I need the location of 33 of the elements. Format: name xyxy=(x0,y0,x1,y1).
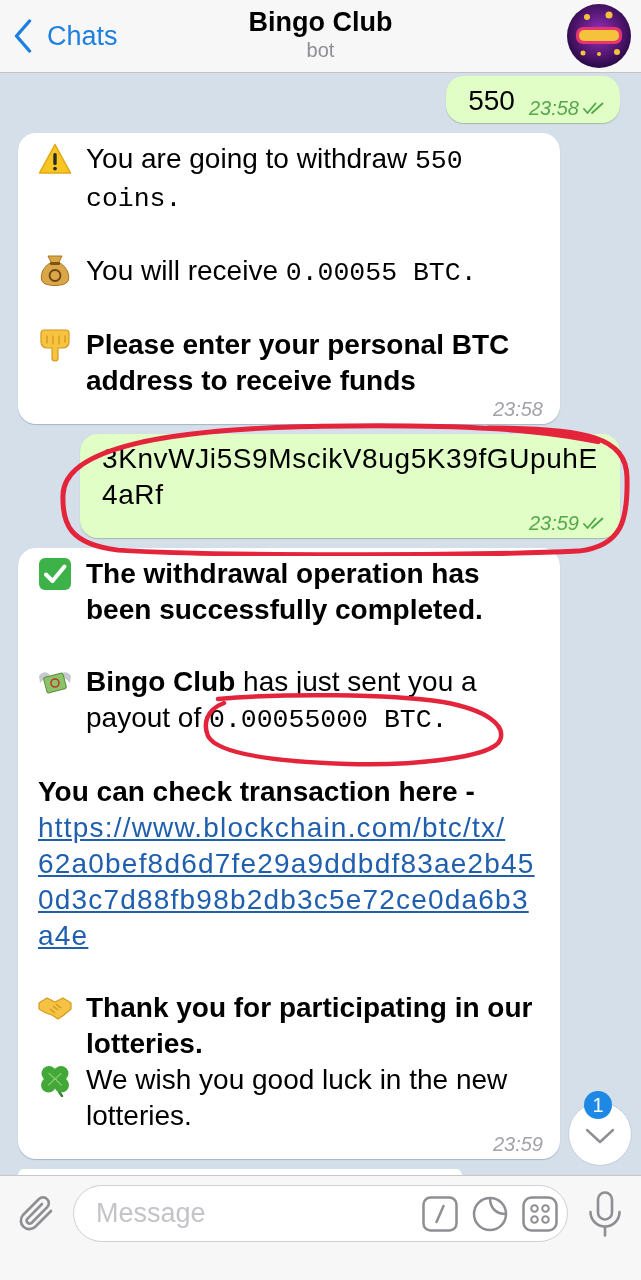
message-field[interactable]: Message xyxy=(73,1185,568,1242)
message-time: 23:58 xyxy=(492,399,543,419)
message-text: The withdrawal operation has been successfully completed. xyxy=(86,557,484,627)
message-text: Please enter your personal BTC address to receive funds xyxy=(86,328,511,398)
message-text: Bingo Club has just sent you a payout of 0.00055000 BTC. xyxy=(86,665,478,737)
chevron-left-icon xyxy=(14,19,32,53)
chat-subtitle: bot xyxy=(306,38,335,62)
back-button[interactable]: Chats xyxy=(0,18,124,54)
warning-icon xyxy=(38,142,72,176)
message-text: You can check transaction here - xyxy=(38,775,475,809)
avatar[interactable] xyxy=(567,4,631,68)
message-text: You will receive 0.00055 BTC. xyxy=(86,254,477,290)
message-time: 23:59 xyxy=(528,513,579,533)
message-input[interactable]: Message xyxy=(96,1198,408,1229)
message-text: Thank you for participating in our lotteries. xyxy=(86,991,534,1061)
message-text: 550 xyxy=(468,84,515,118)
check-mark-icon xyxy=(38,557,72,591)
message-text: We wish you good luck in the new lotteries. xyxy=(86,1063,509,1133)
four-dots-icon[interactable] xyxy=(522,1195,558,1232)
pointing-down-hand-icon xyxy=(38,328,72,362)
transaction-link[interactable]: https://www.blockchain.com/btc/tx/62a0bef8d6d7fe29a9ddbdf83ae2b450d3c7d88fb98b2db3c5e72ce0da6b3a4e xyxy=(38,810,543,954)
money-bag-icon xyxy=(38,254,72,288)
unread-badge: 1 xyxy=(584,1091,612,1119)
message-text: You are going to withdraw 550 coins. xyxy=(86,142,464,216)
four-leaf-clover-icon xyxy=(38,1063,72,1097)
chevron-down-icon xyxy=(585,1128,615,1144)
sticker-icon[interactable] xyxy=(472,1195,508,1232)
message-time: 23:59 xyxy=(492,1134,543,1154)
microphone-icon[interactable] xyxy=(588,1190,622,1237)
message-text: 3KnvWJi5S9MscikV8ug5K39fGUpuhE4aRf xyxy=(102,442,599,512)
slash-icon[interactable] xyxy=(422,1195,458,1232)
chat-title: Bingo Club xyxy=(248,6,393,38)
message-time: 23:58 xyxy=(528,98,579,118)
